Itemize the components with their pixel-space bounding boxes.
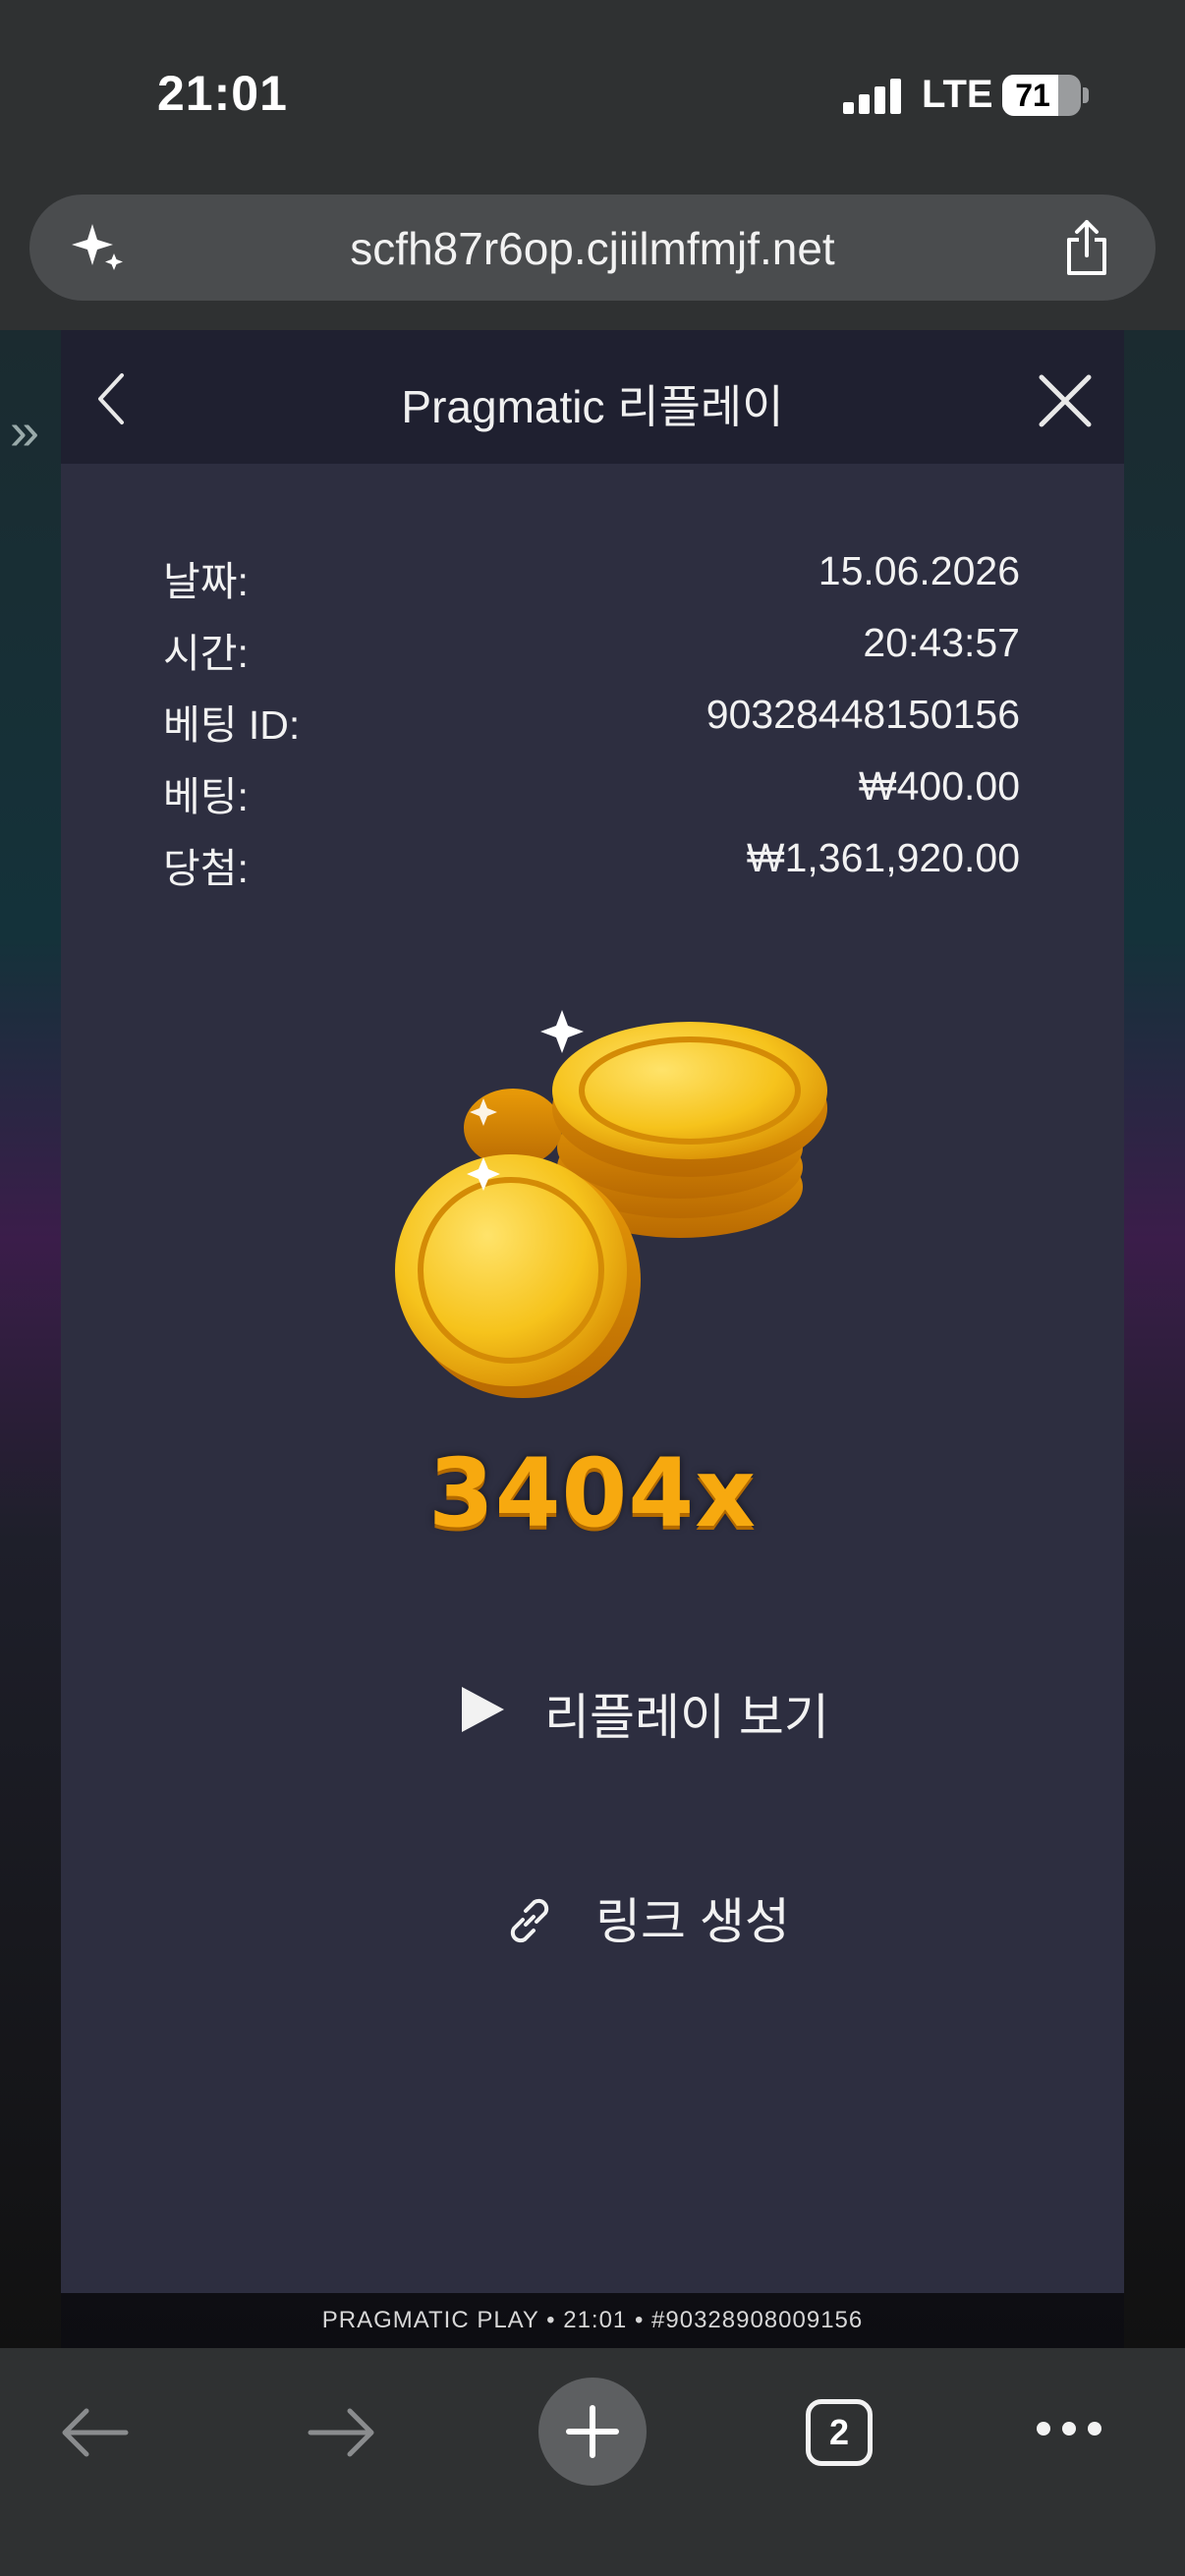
date-value: 15.06.2026 xyxy=(818,548,1020,593)
forward-arrow-icon[interactable] xyxy=(305,2403,379,2462)
win-value: ₩1,361,920.00 xyxy=(746,835,1020,880)
back-arrow-icon[interactable] xyxy=(57,2403,132,2462)
link-icon xyxy=(510,1898,549,1943)
browser-toolbar: 2 xyxy=(0,2348,1185,2576)
bet-details: 날짜: 15.06.2026 시간: 20:43:57 베팅 ID: 90328… xyxy=(163,548,1020,907)
time-value: 20:43:57 xyxy=(863,620,1020,665)
battery-nub xyxy=(1083,87,1089,103)
date-label: 날짜: xyxy=(163,559,249,604)
status-time: 21:01 xyxy=(157,66,288,121)
detail-row-win: 당첨: ₩1,361,920.00 xyxy=(163,835,1020,907)
replay-modal: Pragmatic 리플레이 날짜: 15.06.2026 시간: 20:43:… xyxy=(61,330,1124,2293)
create-link-button[interactable]: 링크 생성 xyxy=(434,1859,827,1957)
address-bar[interactable]: scfh87r6op.cjiilmfmjf.net xyxy=(29,195,1156,301)
status-bar: 21:01 LTE 71 xyxy=(0,0,1185,187)
url-text[interactable]: scfh87r6op.cjiilmfmjf.net xyxy=(29,222,1156,275)
expand-menu-icon[interactable]: » xyxy=(10,401,39,462)
bet-id-label: 베팅 ID: xyxy=(163,702,301,748)
modal-header: Pragmatic 리플레이 xyxy=(61,330,1124,464)
detail-row-bet: 베팅: ₩400.00 xyxy=(163,763,1020,835)
detail-row-time: 시간: 20:43:57 xyxy=(163,620,1020,692)
detail-row-bet-id: 베팅 ID: 90328448150156 xyxy=(163,692,1020,763)
coins-icon xyxy=(395,1010,827,1398)
share-icon[interactable] xyxy=(1059,218,1114,277)
win-label: 당첨: xyxy=(163,846,249,891)
bet-label: 베팅: xyxy=(163,774,249,819)
close-icon[interactable] xyxy=(1034,369,1097,432)
game-edge-right xyxy=(1124,330,1185,2348)
time-label: 시간: xyxy=(163,631,249,676)
battery-icon: 71 xyxy=(1002,75,1081,116)
modal-title: Pragmatic 리플레이 xyxy=(401,381,784,432)
tab-switcher-button[interactable]: 2 xyxy=(806,2399,873,2466)
watch-replay-button[interactable]: 리플레이 보기 xyxy=(385,1656,876,1755)
network-type: LTE xyxy=(922,73,993,116)
new-tab-button[interactable] xyxy=(538,2378,647,2486)
game-footer: PRAGMATIC PLAY • 21:01 • #90328908009156 xyxy=(321,2307,864,2333)
play-icon xyxy=(462,1687,504,1732)
watch-replay-label: 리플레이 보기 xyxy=(544,1690,829,1745)
bet-id-value: 90328448150156 xyxy=(705,692,1020,737)
win-multiplier: 3404x xyxy=(427,1438,758,1548)
game-edge-left xyxy=(0,330,61,2348)
more-icon[interactable] xyxy=(1034,2417,1104,2440)
plus-icon xyxy=(566,2405,619,2458)
battery-percent: 71 xyxy=(1015,78,1050,113)
create-link-label: 링크 생성 xyxy=(595,1894,790,1949)
signal-icon xyxy=(843,79,901,114)
bet-value: ₩400.00 xyxy=(858,763,1020,809)
detail-row-date: 날짜: 15.06.2026 xyxy=(163,548,1020,620)
